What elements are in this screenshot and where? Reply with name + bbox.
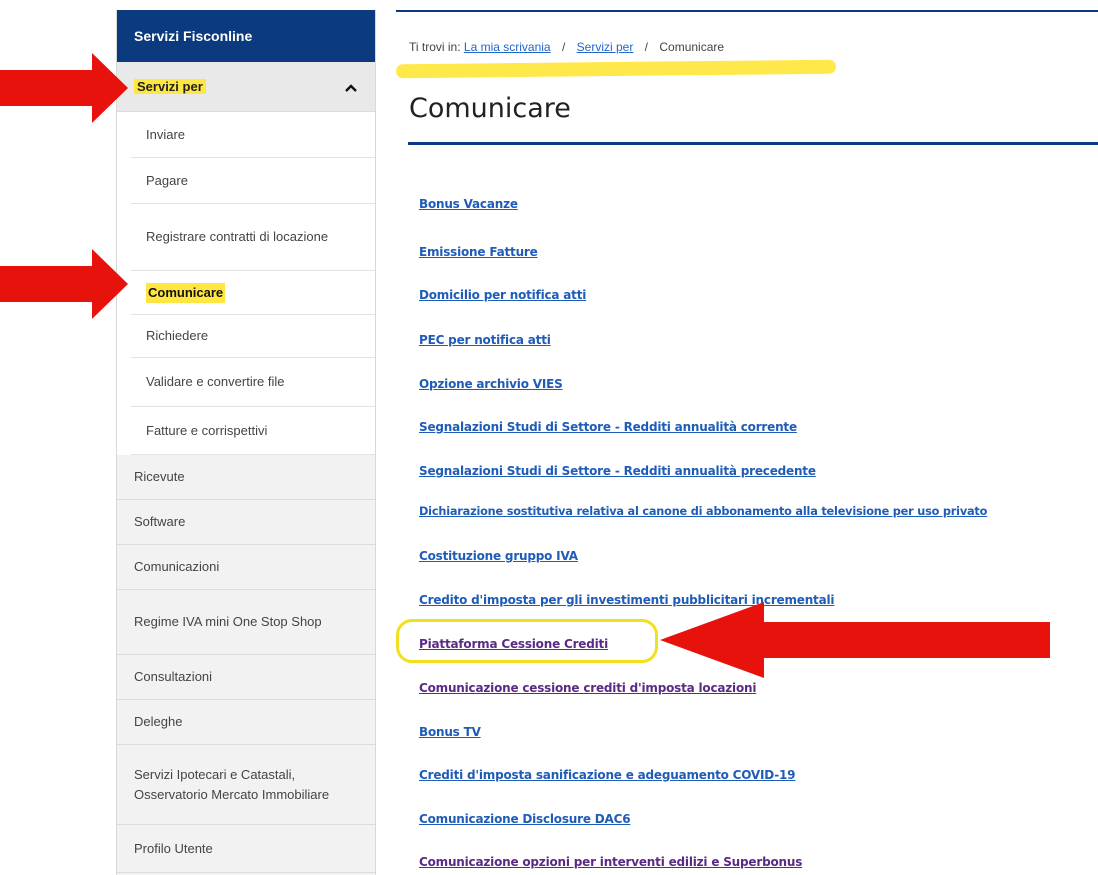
arrow-right-icon (0, 53, 128, 123)
sidebar-item-ricevute[interactable]: Ricevute (117, 455, 375, 500)
sidebar-section-servizi-per[interactable]: Servizi per (117, 62, 375, 112)
link-gruppo-iva[interactable]: Costituzione gruppo IVA (419, 549, 578, 563)
sidebar-item-label: Comunicazioni (134, 559, 220, 574)
sidebar-subitem-label: Pagare (146, 172, 188, 188)
sidebar-item-label: Consultazioni (134, 669, 213, 684)
sidebar-nav: Servizi Fisconline Servizi per Inviare P… (116, 10, 376, 875)
link-disclosure-dac6[interactable]: Comunicazione Disclosure DAC6 (419, 812, 631, 826)
sidebar-subitem-fatture[interactable]: Fatture e corrispettivi (131, 407, 375, 455)
link-covid-19[interactable]: Crediti d'imposta sanificazione e adegua… (419, 768, 796, 782)
sidebar-item-deleghe[interactable]: Deleghe (117, 700, 375, 745)
sidebar-item-label: Deleghe (134, 714, 183, 729)
sidebar-item-label: Ricevute (134, 469, 185, 484)
sidebar-subitem-label: Richiedere (146, 328, 209, 343)
sidebar-item-comunicazioni[interactable]: Comunicazioni (117, 545, 375, 590)
sidebar-item-label: Servizi Ipotecari e Catastali, Osservato… (134, 766, 330, 802)
breadcrumb-separator: / (644, 40, 649, 54)
sidebar-item-software[interactable]: Software (117, 500, 375, 545)
breadcrumb-link-servizi-per[interactable]: Servizi per (577, 40, 634, 54)
sidebar-subitem-label: Inviare (146, 126, 186, 142)
sidebar-subitem-comunicare[interactable]: Comunicare (131, 271, 375, 315)
arrow-right-icon (0, 249, 128, 319)
breadcrumb-separator: / (561, 40, 566, 54)
top-border (396, 10, 1098, 12)
sidebar-subitem-label: Validare e convertire file (146, 374, 285, 389)
sidebar-subitem-richiedere[interactable]: Richiedere (131, 315, 375, 358)
sidebar-item-label: Profilo Utente (134, 840, 213, 856)
sidebar-subitem-inviare[interactable]: Inviare (131, 112, 375, 158)
sidebar-header[interactable]: Servizi Fisconline (117, 10, 375, 62)
breadcrumb-highlight-mark (395, 59, 837, 79)
page-title: Comunicare (409, 93, 571, 124)
main-content: Ti trovi in: La mia scrivania / Servizi … (395, 0, 1098, 875)
breadcrumb-current: Comunicare (659, 40, 725, 54)
chevron-up-icon[interactable] (345, 79, 357, 95)
sidebar-item-regime-iva[interactable]: Regime IVA mini One Stop Shop (117, 590, 375, 655)
arrow-left-icon (660, 602, 1050, 678)
link-opzione-vies[interactable]: Opzione archivio VIES (419, 377, 563, 391)
link-bonus-vacanze[interactable]: Bonus Vacanze (419, 197, 518, 211)
link-dichiarazione-canone-tv[interactable]: Dichiarazione sostitutiva relativa al ca… (419, 505, 987, 518)
sidebar-item-servizi-ipotecari[interactable]: Servizi Ipotecari e Catastali, Osservato… (117, 745, 375, 825)
sidebar-item-consultazioni[interactable]: Consultazioni (117, 655, 375, 700)
sidebar-item-label: Regime IVA mini One Stop Shop (134, 614, 322, 629)
link-bonus-tv[interactable]: Bonus TV (419, 725, 481, 739)
link-emissione-fatture[interactable]: Emissione Fatture (419, 245, 538, 259)
link-domicilio-notifica[interactable]: Domicilio per notifica atti (419, 288, 586, 302)
link-studi-settore-corrente[interactable]: Segnalazioni Studi di Settore - Redditi … (419, 420, 797, 434)
sidebar-subitem-pagare[interactable]: Pagare (131, 158, 375, 204)
title-divider (408, 142, 1098, 145)
sidebar-item-label: Software (134, 514, 186, 529)
sidebar-subitem-label: Fatture e corrispettivi (146, 422, 268, 438)
sidebar-subitem-label: Comunicare (146, 282, 226, 303)
sidebar-subitem-registrare[interactable]: Registrare contratti di locazione (131, 204, 375, 271)
sidebar-subitem-validare[interactable]: Validare e convertire file (131, 358, 375, 407)
sidebar-subitem-label: Registrare contratti di locazione (146, 229, 329, 244)
link-cessione-crediti-locazioni[interactable]: Comunicazione cessione crediti d'imposta… (419, 681, 756, 695)
breadcrumb-prefix: Ti trovi in: (409, 40, 461, 54)
sidebar-item-profilo-utente[interactable]: Profilo Utente (117, 825, 375, 873)
link-pec-notifica[interactable]: PEC per notifica atti (419, 333, 551, 347)
breadcrumb: Ti trovi in: La mia scrivania / Servizi … (409, 40, 724, 54)
link-piattaforma-cessione-crediti[interactable]: Piattaforma Cessione Crediti (419, 637, 608, 651)
sidebar-header-label: Servizi Fisconline (134, 28, 253, 44)
sidebar-submenu: Inviare Pagare Registrare contratti di l… (117, 112, 375, 455)
link-studi-settore-precedente[interactable]: Segnalazioni Studi di Settore - Redditi … (419, 464, 816, 478)
sidebar-section-label: Servizi per (134, 79, 206, 94)
link-superbonus[interactable]: Comunicazione opzioni per interventi edi… (419, 855, 802, 869)
breadcrumb-link-scrivania[interactable]: La mia scrivania (464, 40, 551, 54)
